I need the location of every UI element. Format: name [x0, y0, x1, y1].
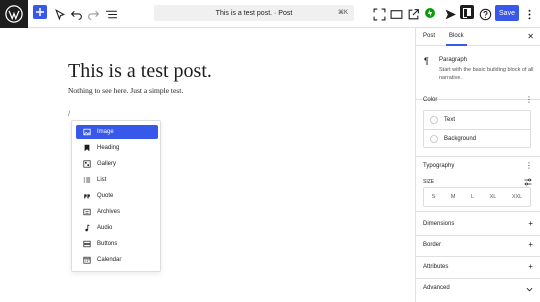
- inserter-item-label: Calendar: [97, 257, 122, 263]
- external-preview-icon[interactable]: [404, 5, 422, 23]
- fullscreen-icon[interactable]: [370, 5, 388, 23]
- color-text-option[interactable]: Text: [424, 111, 530, 129]
- inserter-item-gallery[interactable]: Gallery: [76, 157, 158, 171]
- divider: [416, 211, 540, 212]
- typography-options-icon[interactable]: ⋮: [525, 161, 533, 170]
- inserter-item-label: Audio: [97, 225, 113, 231]
- font-size-option[interactable]: M: [451, 194, 456, 200]
- paragraph-block[interactable]: Nothing to see here. Just a simple test.: [68, 86, 183, 95]
- send-icon[interactable]: [441, 5, 459, 23]
- font-size-option[interactable]: S: [432, 194, 436, 200]
- chevron-down-icon[interactable]: [526, 286, 533, 293]
- redo-icon[interactable]: [84, 5, 102, 23]
- music-note-icon: [80, 221, 94, 235]
- inserter-item-label: Image: [97, 129, 114, 135]
- archive-icon: [80, 205, 94, 219]
- panel-border[interactable]: Border +: [416, 240, 540, 254]
- command-palette-bar[interactable]: This is a test post. · Post ⌘K: [154, 5, 354, 21]
- paragraph-icon: ¶: [424, 56, 429, 66]
- divider: [416, 256, 540, 257]
- panel-title: Dimensions: [423, 221, 455, 227]
- add-block-button[interactable]: [33, 5, 47, 19]
- typography-panel-title: Typography: [423, 163, 455, 169]
- panel-dimensions[interactable]: Dimensions +: [416, 219, 540, 233]
- font-size-picker: S M L XL XXL: [423, 187, 531, 207]
- shortcut-hint: ⌘K: [337, 10, 348, 16]
- inserter-item-label: Archives: [97, 209, 121, 215]
- inserter-item-quote[interactable]: Quote: [76, 189, 158, 203]
- inserter-item-image[interactable]: Image: [76, 125, 158, 139]
- color-option-label: Text: [444, 117, 456, 123]
- editor-toolbar: This is a test post. · Post ⌘K Save: [0, 0, 540, 28]
- options-menu-icon[interactable]: [520, 5, 538, 23]
- block-card: ¶ Paragraph Start with the basic buildin…: [416, 46, 540, 100]
- sidebar-tabs: Post Block ✕: [416, 28, 540, 46]
- inserter-item-label: Gallery: [97, 161, 117, 167]
- color-option-label: Background: [444, 136, 477, 142]
- close-icon[interactable]: ✕: [527, 32, 534, 41]
- font-size-option[interactable]: XXL: [512, 194, 522, 200]
- inserter-item-label: Quote: [97, 193, 114, 199]
- quote-icon: [80, 189, 94, 203]
- inserter-item-list[interactable]: List: [76, 173, 158, 187]
- inserter-item-audio[interactable]: Audio: [76, 221, 158, 235]
- panel-advanced[interactable]: Advanced: [416, 285, 540, 297]
- plus-icon[interactable]: +: [528, 219, 533, 228]
- settings-panel-toggle-icon[interactable]: [460, 5, 474, 19]
- undo-icon[interactable]: [67, 5, 85, 23]
- document-overview-icon[interactable]: [102, 5, 120, 23]
- wordpress-logo-icon[interactable]: [0, 0, 28, 28]
- font-size-option[interactable]: L: [471, 194, 474, 200]
- bookmark-icon: [80, 141, 94, 155]
- tab-block[interactable]: Block: [446, 33, 467, 46]
- panel-title: Attributes: [423, 264, 449, 270]
- font-size-option[interactable]: XL: [490, 194, 497, 200]
- color-settings: Text Background: [423, 110, 531, 148]
- list-icon: [80, 173, 94, 187]
- tab-post[interactable]: Post: [423, 33, 435, 39]
- plus-icon[interactable]: +: [528, 262, 533, 271]
- color-panel-title: Color: [423, 97, 438, 103]
- panel-title: Border: [423, 242, 442, 248]
- custom-size-icon[interactable]: [524, 178, 532, 186]
- device-preview-icon[interactable]: [387, 5, 405, 23]
- inserter-item-buttons[interactable]: Buttons: [76, 237, 158, 251]
- block-name: Paragraph: [439, 57, 468, 63]
- panel-attributes[interactable]: Attributes +: [416, 262, 540, 276]
- inserter-item-label: List: [97, 177, 107, 183]
- editor-canvas: This is a test post. Nothing to see here…: [0, 28, 415, 302]
- slash-command-input[interactable]: /: [68, 109, 70, 118]
- inserter-item-label: Buttons: [97, 241, 118, 247]
- save-button[interactable]: Save: [495, 5, 519, 21]
- post-title[interactable]: This is a test post.: [68, 60, 212, 83]
- block-inserter-popover: Image Heading Gallery List Quote Archive…: [71, 120, 161, 272]
- gallery-icon: [80, 157, 94, 171]
- jetpack-icon[interactable]: [425, 8, 435, 18]
- typography-panel-header: Typography ⋮: [416, 161, 540, 175]
- font-size-label: SIZE: [423, 179, 435, 185]
- divider: [416, 278, 540, 279]
- swatch-icon: [430, 116, 438, 124]
- inserter-item-label: Heading: [97, 145, 120, 151]
- help-icon[interactable]: [476, 5, 494, 23]
- plus-icon[interactable]: +: [528, 240, 533, 249]
- image-icon: [80, 125, 94, 139]
- inserter-item-heading[interactable]: Heading: [76, 141, 158, 155]
- inserter-item-archives[interactable]: Archives: [76, 205, 158, 219]
- block-description: Start with the basic building block of a…: [439, 67, 534, 81]
- color-options-icon[interactable]: ⋮: [525, 95, 533, 104]
- divider: [416, 235, 540, 236]
- color-background-option[interactable]: Background: [424, 130, 530, 148]
- settings-sidebar: Post Block ✕ ¶ Paragraph Start with the …: [415, 28, 540, 302]
- buttons-icon: [80, 237, 94, 251]
- inserter-item-calendar[interactable]: Calendar: [76, 253, 158, 267]
- color-panel-header: Color ⋮: [416, 95, 540, 109]
- divider: [416, 156, 540, 157]
- panel-title: Advanced: [423, 285, 450, 291]
- calendar-icon: [80, 253, 94, 267]
- swatch-icon: [430, 135, 438, 143]
- document-title: This is a test post. · Post: [215, 9, 293, 17]
